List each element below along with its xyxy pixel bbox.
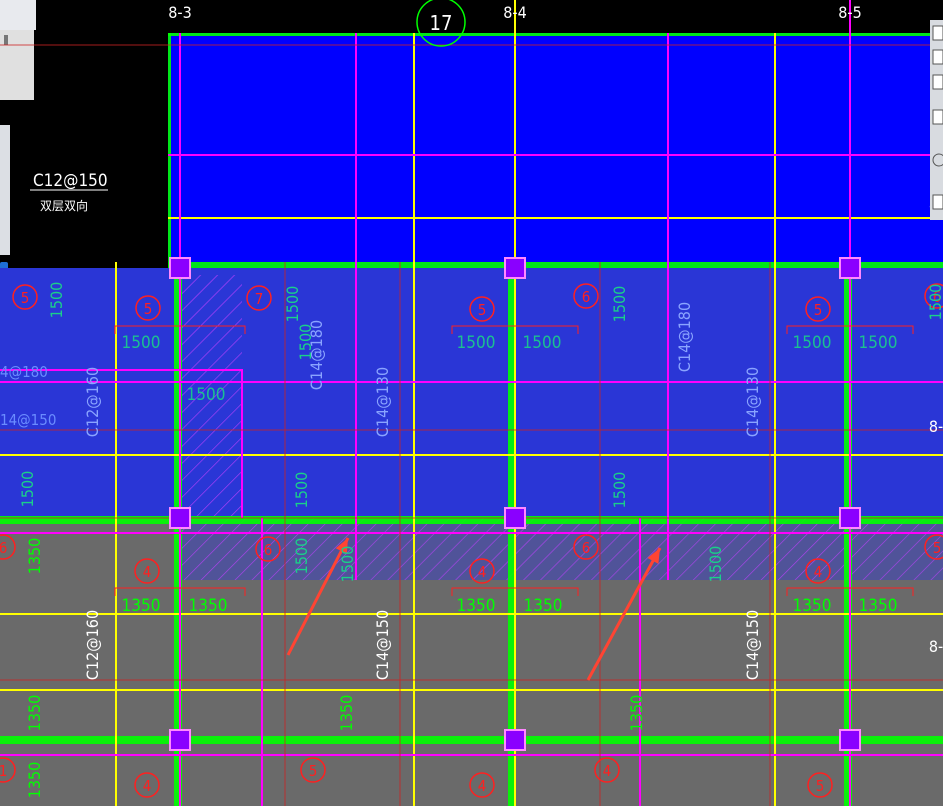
slab-number: 5 [933, 539, 942, 557]
column-node-7[interactable] [504, 729, 526, 751]
dim-label: 1500 [793, 333, 832, 353]
dim-label: 1350 [524, 596, 563, 616]
dim-label-vertical: 1500 [18, 471, 37, 508]
axis-label-top: 8-3 [168, 3, 192, 22]
slab-number: 6 [0, 539, 7, 557]
dim-label: 1500 [122, 333, 161, 353]
slab-number: 5 [309, 762, 318, 780]
slab-number: 4 [143, 777, 152, 795]
top-slab-region [168, 33, 943, 268]
dim-label: 1500 [457, 333, 496, 353]
beam-2 [0, 516, 943, 524]
toolbar-svg [932, 25, 943, 210]
beam-0 [168, 33, 943, 36]
dim-label: 1500 [523, 333, 562, 353]
slab-number: 4 [603, 762, 612, 780]
tool-6-icon[interactable] [932, 194, 943, 210]
tool-3-icon[interactable] [932, 74, 943, 90]
axis-label-right: 8- [929, 417, 943, 436]
dim-label: 1500 [187, 385, 226, 405]
slab-number: 5 [814, 301, 823, 319]
tool-2-icon[interactable] [932, 49, 943, 65]
column-node-4[interactable] [504, 507, 526, 529]
dim-label: 1350 [122, 596, 161, 616]
dim-label-vertical: 1500 [296, 324, 315, 361]
left-cut-label: 4@180 [0, 363, 48, 381]
dim-label-vertical: 1350 [25, 762, 44, 799]
rebar-label-upper: C14@130 [373, 367, 392, 437]
annotation-rebar: C12@150 [33, 171, 108, 191]
beam-4 [168, 33, 171, 268]
rebar-label-upper: C14@180 [675, 302, 694, 372]
dim-label-vertical: 1500 [292, 472, 311, 509]
slab-number: 7 [255, 290, 264, 308]
slab-number: 5 [21, 289, 30, 307]
column-node-3[interactable] [169, 507, 191, 529]
slab-number: 6 [264, 541, 273, 559]
column-node-5[interactable] [839, 507, 861, 529]
dim-label-vertical: 1350 [627, 695, 646, 732]
dim-label: 1500 [859, 333, 898, 353]
dim-label-vertical: 1500 [338, 546, 357, 583]
slab-number: 4 [478, 777, 487, 795]
axis-circle-number: 17 [430, 11, 453, 35]
slab-number: 6 [582, 288, 591, 306]
slab-number: 6 [582, 539, 591, 557]
column-node-6[interactable] [169, 729, 191, 751]
dim-label: 1350 [457, 596, 496, 616]
axis-label-top: 8-5 [838, 3, 862, 22]
left-cut-label: 14@150 [0, 411, 56, 429]
slab-number: 5 [144, 300, 153, 318]
right-tool-strip [930, 20, 943, 220]
annotation-note: 双层双向 [40, 198, 88, 213]
beam-1 [168, 262, 943, 268]
cad-drawing-canvas[interactable]: 8-38-48-5178-8-8-C12@150双层双向4@18014@150C… [0, 0, 943, 806]
rebar-label-lower: C14@150 [373, 610, 392, 680]
slab-number: 4 [478, 563, 487, 581]
dim-label-vertical: 1500 [926, 284, 943, 321]
slab-number: 5 [816, 777, 825, 795]
slab-number: 4 [814, 563, 823, 581]
axis-label-right: 8- [929, 637, 943, 656]
dim-label: 1350 [859, 596, 898, 616]
slab-number: 5 [478, 301, 487, 319]
dim-label: 1350 [793, 596, 832, 616]
dim-label-vertical: 1500 [610, 472, 629, 509]
tool-5-icon[interactable] [932, 153, 943, 167]
dim-label-vertical: 1500 [292, 538, 311, 575]
dim-label-vertical: 1500 [706, 546, 725, 583]
rebar-label-upper: C12@160 [83, 367, 102, 437]
rebar-label-lower: C14@150 [743, 610, 762, 680]
slab-number: 1 [0, 762, 7, 780]
column-node-1[interactable] [504, 257, 526, 279]
column-node-0[interactable] [169, 257, 191, 279]
dim-label-vertical: 1500 [283, 286, 302, 323]
column-node-2[interactable] [839, 257, 861, 279]
rebar-label-upper: C14@130 [743, 367, 762, 437]
rebar-label-lower: C12@160 [83, 610, 102, 680]
mid-slab-region [0, 268, 943, 518]
axis-label-top: 8-4 [503, 3, 527, 22]
dim-label-vertical: 1350 [25, 695, 44, 732]
annotation-box [28, 125, 168, 260]
tool-4-icon[interactable] [932, 109, 943, 125]
slab-number: 4 [143, 563, 152, 581]
dim-label-vertical: 1500 [610, 286, 629, 323]
tool-1-icon[interactable] [932, 25, 943, 41]
column-node-8[interactable] [839, 729, 861, 751]
dim-label-vertical: 1350 [337, 695, 356, 732]
dim-label: 1350 [189, 596, 228, 616]
dim-label-vertical: 1350 [25, 538, 44, 575]
beam-3 [0, 736, 943, 744]
dim-label-vertical: 1500 [47, 282, 66, 319]
